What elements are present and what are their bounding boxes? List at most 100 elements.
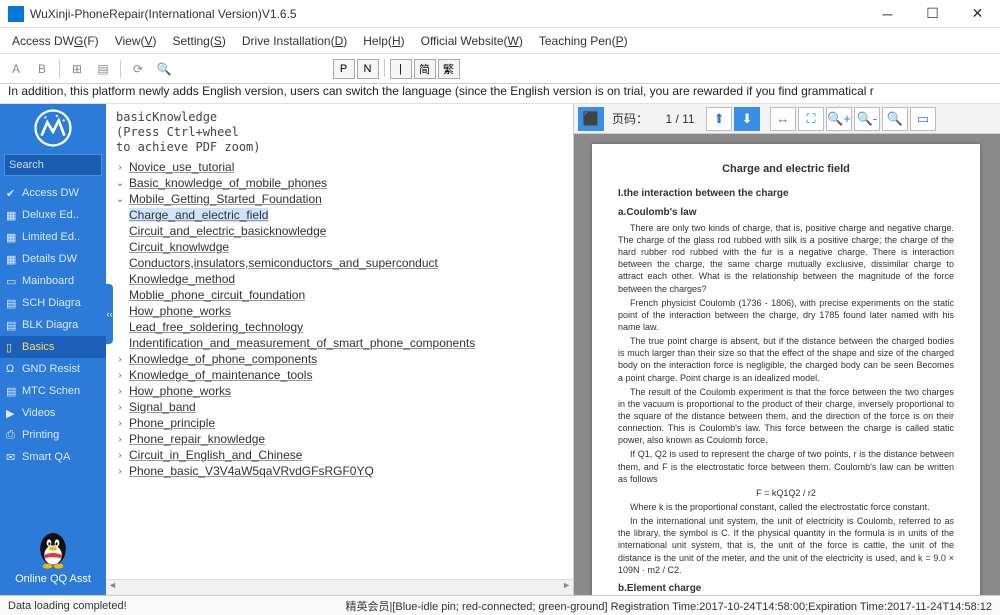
sidebar-item[interactable]: ΩGND Resist (0, 358, 106, 380)
pdf-viewport[interactable]: Charge and electric field I.the interact… (574, 134, 1000, 595)
chevron-down-icon[interactable]: ⌄ (114, 194, 126, 205)
tree-node-label[interactable]: Phone_repair_knowledge (129, 432, 265, 446)
tree-node-label[interactable]: Charge_and_electric_field (129, 208, 268, 222)
tree-row[interactable]: Knowledge_method (114, 272, 565, 286)
tree-row[interactable]: ›Knowledge_of_maintenance_tools (114, 368, 565, 382)
menu-item[interactable]: Teaching Pen(P) (533, 32, 634, 50)
tree-row[interactable]: Circuit_and_electric_basicknowledge (114, 224, 565, 238)
tree-row[interactable]: ›Circuit_in_English_and_Chinese (114, 448, 565, 462)
sidebar-item[interactable]: ▦Limited Ed.. (0, 226, 106, 248)
tree-row[interactable]: Lead_free_soldering_technology (114, 320, 565, 334)
fit-width-icon[interactable]: ↔ (770, 107, 796, 131)
sidebar-item[interactable]: ⎙Printing (0, 424, 106, 446)
tree-node-label[interactable]: Phone_principle (129, 416, 215, 430)
tool-b-icon[interactable]: B (30, 57, 54, 81)
menu-item[interactable]: Drive Installation(D) (236, 32, 353, 50)
tree-row[interactable]: Indentification_and_measurement_of_smart… (114, 336, 565, 350)
tree-node-label[interactable]: Indentification_and_measurement_of_smart… (129, 336, 475, 350)
tree-view[interactable]: ›Novice_use_tutorial⌄Basic_knowledge_of_… (106, 159, 573, 579)
tree-row[interactable]: ›Signal_band (114, 400, 565, 414)
tree-node-label[interactable]: Knowledge_of_maintenance_tools (129, 368, 312, 382)
traditional-button[interactable]: 繁 (438, 59, 460, 79)
tree-node-label[interactable]: Knowledge_method (129, 272, 235, 286)
tree-node-label[interactable]: Mobile_Getting_Started_Foundation (129, 192, 322, 206)
sidebar-item[interactable]: ✔Access DW (0, 182, 106, 204)
sidebar-item[interactable]: ▤MTC Schen (0, 380, 106, 402)
fullscreen-icon[interactable]: ⛶ (798, 107, 824, 131)
tool-refresh-icon[interactable]: ⟳ (126, 57, 150, 81)
tree-node-label[interactable]: How_phone_works (129, 384, 231, 398)
tree-node-label[interactable]: Circuit_and_electric_basicknowledge (129, 224, 326, 238)
chevron-right-icon[interactable]: › (114, 450, 126, 461)
page-next-icon[interactable]: ⬇ (734, 107, 760, 131)
tree-node-label[interactable]: Circuit_in_English_and_Chinese (129, 448, 302, 462)
sidebar-item[interactable]: ▦Deluxe Ed.. (0, 204, 106, 226)
tree-row[interactable]: How_phone_works (114, 304, 565, 318)
maximize-button[interactable]: ☐ (910, 0, 955, 28)
tree-node-label[interactable]: Novice_use_tutorial (129, 160, 234, 174)
tree-node-label[interactable]: How_phone_works (129, 304, 231, 318)
chevron-right-icon[interactable]: › (114, 434, 126, 445)
chevron-right-icon[interactable]: › (114, 162, 126, 173)
sidebar-item[interactable]: ▦Details DW (0, 248, 106, 270)
zoom-reset-icon[interactable]: 🔍 (882, 107, 908, 131)
pdf-more-icon[interactable]: ▭ (910, 107, 936, 131)
search-input[interactable] (4, 154, 102, 176)
chevron-down-icon[interactable]: ⌄ (114, 178, 126, 189)
tree-row[interactable]: ›Phone_repair_knowledge (114, 432, 565, 446)
tree-row[interactable]: Moblie_phone_circuit_foundation (114, 288, 565, 302)
tree-node-label[interactable]: Signal_band (129, 400, 196, 414)
tool-search-icon[interactable]: 🔍 (152, 57, 176, 81)
tree-node-label[interactable]: Conductors,insulators,semiconductors_and… (129, 256, 438, 270)
sidebar-collapse-handle[interactable]: ‹‹ (106, 284, 113, 344)
tree-node-label[interactable]: Basic_knowledge_of_mobile_phones (129, 176, 327, 190)
sidebar-item[interactable]: ▤BLK Diagra (0, 314, 106, 336)
tree-row[interactable]: ›Phone_principle (114, 416, 565, 430)
chevron-right-icon[interactable]: › (114, 466, 126, 477)
p-button[interactable]: P (333, 59, 355, 79)
menu-item[interactable]: Setting(S) (167, 32, 232, 50)
sidebar-item[interactable]: ▤SCH Diagra (0, 292, 106, 314)
horizontal-scrollbar[interactable] (106, 579, 573, 595)
tree-row[interactable]: ›How_phone_works (114, 384, 565, 398)
tool-a-icon[interactable]: A (4, 57, 28, 81)
pdf-save-icon[interactable]: ⬛ (578, 107, 604, 131)
zoom-out-icon[interactable]: 🔍- (854, 107, 880, 131)
simplified-button[interactable]: 简 (414, 59, 436, 79)
sidebar-item[interactable]: ▯Basics (0, 336, 106, 358)
tree-row[interactable]: Charge_and_electric_field (114, 208, 565, 222)
tree-node-label[interactable]: Knowledge_of_phone_components (129, 352, 317, 366)
tree-node-label[interactable]: Moblie_phone_circuit_foundation (129, 288, 305, 302)
menu-item[interactable]: Official Website(W) (415, 32, 529, 50)
menu-item[interactable]: Access DWG(F) (6, 32, 105, 50)
zoom-in-icon[interactable]: 🔍+ (826, 107, 852, 131)
menu-item[interactable]: Help(H) (357, 32, 410, 50)
sidebar-item[interactable]: ▭Mainboard (0, 270, 106, 292)
chevron-right-icon[interactable]: › (114, 370, 126, 381)
n-button[interactable]: N (357, 59, 379, 79)
tree-row[interactable]: ›Knowledge_of_phone_components (114, 352, 565, 366)
close-button[interactable]: ✕ (955, 0, 1000, 28)
chevron-right-icon[interactable]: › (114, 354, 126, 365)
chevron-right-icon[interactable]: › (114, 386, 126, 397)
tree-node-label[interactable]: Lead_free_soldering_technology (129, 320, 303, 334)
tool-doc-icon[interactable]: ▤ (91, 57, 115, 81)
minimize-button[interactable]: ─ (865, 0, 910, 28)
tree-row[interactable]: Conductors,insulators,semiconductors_and… (114, 256, 565, 270)
tree-row[interactable]: Circuit_knowlwdge (114, 240, 565, 254)
chevron-right-icon[interactable]: › (114, 418, 126, 429)
tree-row[interactable]: ›Novice_use_tutorial (114, 160, 565, 174)
sidebar-item[interactable]: ✉Smart QA (0, 446, 106, 468)
tree-node-label[interactable]: Phone_basic_V3V4aW5qaVRvdGFsRGF0YQ (129, 464, 374, 478)
qq-icon[interactable] (33, 527, 73, 571)
qq-label[interactable]: Online QQ Asst (0, 573, 106, 585)
chevron-right-icon[interactable]: › (114, 402, 126, 413)
page-prev-icon[interactable]: ⬆ (706, 107, 732, 131)
pipe-button[interactable]: | (390, 59, 412, 79)
tree-node-label[interactable]: Circuit_knowlwdge (129, 240, 229, 254)
tree-row[interactable]: ⌄Basic_knowledge_of_mobile_phones (114, 176, 565, 190)
tree-row[interactable]: ⌄Mobile_Getting_Started_Foundation (114, 192, 565, 206)
tool-grid-icon[interactable]: ⊞ (65, 57, 89, 81)
sidebar-item[interactable]: ▶Videos (0, 402, 106, 424)
tree-row[interactable]: ›Phone_basic_V3V4aW5qaVRvdGFsRGF0YQ (114, 464, 565, 478)
